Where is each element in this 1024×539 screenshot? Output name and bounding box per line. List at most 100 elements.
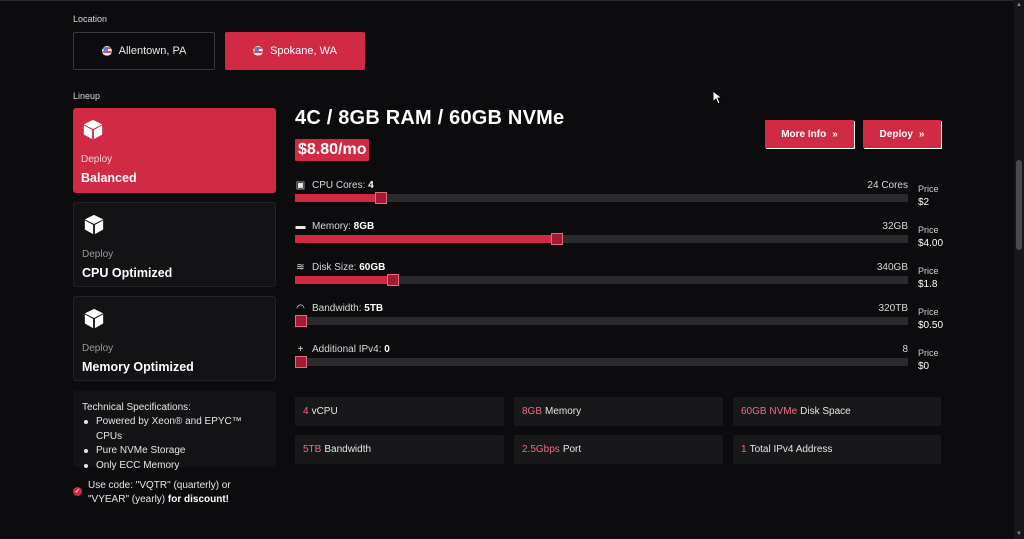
memory-icon: ▬ bbox=[295, 221, 306, 232]
location-label: Spokane, WA bbox=[270, 45, 337, 57]
slider-max-label: 24 Cores bbox=[867, 180, 908, 191]
slider-label-text: CPU Cores: bbox=[312, 180, 369, 191]
slider-label: ◠ Bandwidth: 5TB bbox=[295, 303, 383, 314]
slider-thumb[interactable] bbox=[375, 192, 387, 204]
slider-thumb[interactable] bbox=[551, 233, 563, 245]
price-label: Price bbox=[918, 348, 939, 358]
cpu-icon: ▣ bbox=[295, 180, 306, 191]
disk-icon: ≋ bbox=[296, 262, 305, 273]
spec-item: Powered by Xeon® and EPYC™ CPUs bbox=[82, 415, 267, 444]
plus-icon: + bbox=[297, 344, 304, 355]
cube-icon bbox=[84, 214, 104, 235]
wifi-icon: ◠ bbox=[296, 303, 305, 314]
scroll-up-arrow-icon[interactable]: ▲ bbox=[1015, 1, 1023, 9]
page-scrollbar[interactable]: ▲ ▼ bbox=[1014, 0, 1024, 539]
more-info-button[interactable]: More Info » bbox=[765, 120, 854, 148]
slider-value: 5TB bbox=[364, 303, 384, 314]
slider-row: ▬ Memory: 8GB 32GB Price $4.00 bbox=[295, 221, 945, 261]
price-label: Price bbox=[918, 225, 939, 235]
price-value: $4.00 bbox=[918, 238, 944, 249]
plan-name: CPU Optimized bbox=[82, 266, 173, 280]
feature-highlight: 60GB NVMe bbox=[741, 406, 798, 417]
feature-text: Disk Space bbox=[800, 406, 851, 417]
feature-highlight: 2.5Gbps bbox=[522, 444, 560, 455]
feature-text: vCPU bbox=[311, 406, 338, 417]
plan-name: Memory Optimized bbox=[82, 360, 194, 374]
mouse-cursor-icon bbox=[713, 91, 723, 105]
slider-label-text: Memory: bbox=[312, 221, 354, 232]
slider-thumb[interactable] bbox=[387, 274, 399, 286]
slider-max-label: 8 bbox=[902, 344, 908, 355]
slider-label: ▬ Memory: 8GB bbox=[295, 221, 375, 232]
feature-text: Memory bbox=[545, 406, 582, 417]
price-value: $0.50 bbox=[918, 320, 944, 331]
feature-text: Port bbox=[562, 444, 582, 455]
price-label: Price bbox=[918, 307, 939, 317]
cube-icon bbox=[84, 308, 104, 329]
scroll-down-arrow-icon[interactable]: ▼ bbox=[1015, 530, 1023, 538]
feature-highlight: 4 bbox=[303, 406, 309, 417]
slider-label: ▣ CPU Cores: 4 bbox=[295, 180, 374, 191]
technical-specifications-card: Technical Specifications: Powered by Xeo… bbox=[73, 391, 276, 471]
slider-value: 4 bbox=[368, 180, 374, 191]
slider-track[interactable] bbox=[295, 315, 908, 327]
price-value: $0 bbox=[918, 361, 930, 372]
cube-icon bbox=[83, 119, 103, 140]
slider-track[interactable] bbox=[295, 233, 908, 245]
slider-track[interactable] bbox=[295, 192, 908, 204]
plan-deploy-label: Deploy bbox=[82, 343, 114, 354]
slider-value: 8GB bbox=[353, 221, 375, 232]
promo-bold-text: for discount! bbox=[167, 494, 230, 505]
feature-text: Bandwidth bbox=[324, 444, 372, 455]
promo-note: ✓ Use code: "VQTR" (quarterly) or "VYEAR… bbox=[73, 479, 273, 507]
slider-fill bbox=[295, 276, 387, 284]
slider-value: 60GB bbox=[359, 262, 386, 273]
slider-label: + Additional IPv4: 0 bbox=[295, 344, 390, 355]
feature-text: Total IPv4 Address bbox=[749, 444, 833, 455]
location-label: Allentown, PA bbox=[118, 45, 187, 57]
feature-chip: 8GB Memory bbox=[514, 397, 723, 426]
price-value: $2 bbox=[918, 197, 930, 208]
slider-track[interactable] bbox=[295, 356, 908, 368]
slider-label-text: Disk Size: bbox=[312, 262, 360, 273]
feature-chip: 4 vCPU bbox=[295, 397, 504, 426]
price-value: $1.8 bbox=[918, 279, 938, 290]
location-spokane-button[interactable]: Spokane, WA bbox=[225, 32, 365, 70]
spec-item: Only ECC Memory bbox=[82, 459, 267, 474]
slider-max-label: 32GB bbox=[882, 221, 908, 232]
slider-label-text: Additional IPv4: bbox=[312, 344, 385, 355]
more-info-label: More Info bbox=[781, 128, 827, 140]
location-allentown-button[interactable]: Allentown, PA bbox=[73, 32, 215, 70]
double-chevron-right-icon: » bbox=[918, 128, 925, 140]
config-title: 4C / 8GB RAM / 60GB NVMe bbox=[295, 107, 565, 129]
feature-highlight: 8GB bbox=[522, 406, 543, 417]
deploy-label: Deploy bbox=[879, 128, 913, 140]
feature-chip: 60GB NVMe Disk Space bbox=[733, 397, 941, 426]
slider-fill bbox=[295, 235, 551, 243]
feature-chip: 1 Total IPv4 Address bbox=[733, 435, 941, 464]
price-label: Price bbox=[918, 184, 939, 194]
specs-heading: Technical Specifications: bbox=[82, 402, 191, 413]
top-divider bbox=[0, 0, 1014, 1]
slider-track[interactable] bbox=[295, 274, 908, 286]
plan-memory-optimized-card[interactable]: Deploy Memory Optimized bbox=[73, 296, 276, 381]
feature-highlight: 5TB bbox=[303, 444, 322, 455]
slider-row: ▣ CPU Cores: 4 24 Cores Price $2 bbox=[295, 180, 945, 220]
scrollbar-thumb[interactable] bbox=[1016, 160, 1022, 250]
plan-cpu-optimized-card[interactable]: Deploy CPU Optimized bbox=[73, 202, 276, 287]
slider-value: 0 bbox=[384, 344, 390, 355]
slider-thumb[interactable] bbox=[295, 315, 307, 327]
plan-balanced-card[interactable]: Deploy Balanced bbox=[73, 108, 276, 193]
deploy-button[interactable]: Deploy » bbox=[863, 120, 941, 148]
lineup-heading: Lineup bbox=[73, 91, 101, 101]
plan-deploy-label: Deploy bbox=[82, 249, 114, 260]
slider-thumb[interactable] bbox=[295, 356, 307, 368]
feature-chip: 2.5Gbps Port bbox=[514, 435, 723, 464]
slider-max-label: 320TB bbox=[878, 303, 908, 314]
price-badge: $8.80/mo bbox=[295, 139, 370, 161]
slider-label-text: Bandwidth: bbox=[312, 303, 365, 314]
spec-item: Pure NVMe Storage bbox=[82, 444, 267, 459]
slider-row: ≋ Disk Size: 60GB 340GB Price $1.8 bbox=[295, 262, 945, 302]
feature-highlight: 1 bbox=[741, 444, 747, 455]
location-heading: Location bbox=[73, 14, 108, 24]
